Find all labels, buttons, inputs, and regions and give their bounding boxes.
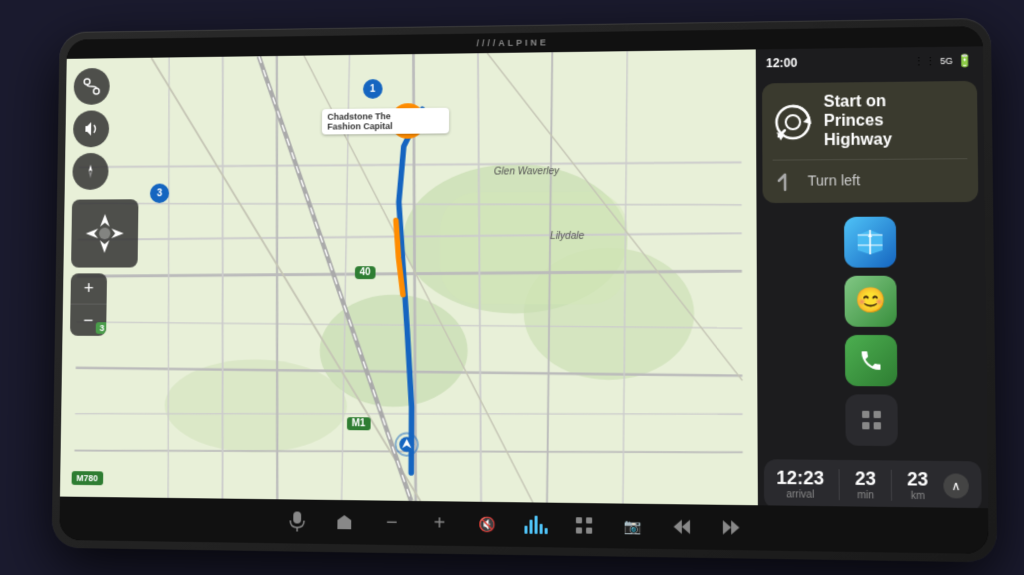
lilydale-label: Lilydale — [550, 230, 584, 241]
distance-item: 23 km — [907, 468, 928, 501]
road-badge-m1: M1 — [347, 417, 371, 430]
turn-arrow-icon — [773, 168, 798, 192]
app-icons-area: 😊 — [756, 207, 987, 454]
road-badge-3: 3 — [150, 183, 169, 203]
pan-control[interactable] — [71, 199, 138, 267]
arrival-time-value: 12:23 — [776, 467, 824, 489]
zoom-level-badge: 3 — [96, 322, 107, 334]
mute-icon[interactable]: 🔇 — [473, 509, 501, 538]
status-icons: ⋮⋮ 5G 🔋 — [913, 53, 972, 68]
duration-item: 23 min — [855, 467, 876, 500]
home-icon[interactable] — [330, 507, 358, 535]
eta-divider-2 — [891, 469, 892, 500]
maps-app-icon[interactable] — [844, 216, 896, 267]
arrival-time-item: 12:23 arrival — [776, 467, 824, 500]
distance-label: km — [911, 490, 925, 502]
volume-button[interactable] — [73, 110, 109, 147]
music-bars — [524, 515, 547, 534]
apps-grid-icon[interactable] — [570, 511, 598, 540]
nav-main-row: Start on Princes Highway — [772, 91, 967, 160]
minus-icon[interactable]: − — [378, 508, 406, 537]
brand-text: ////ALPINE — [476, 37, 548, 48]
zoom-controls: + − 3 — [70, 273, 107, 336]
duration-label: min — [857, 489, 874, 501]
mic-icon[interactable] — [283, 507, 311, 535]
road-badge-40: 40 — [355, 266, 376, 279]
music-icon[interactable] — [521, 510, 549, 539]
next-track-icon[interactable] — [717, 512, 746, 541]
phone-app-icon[interactable] — [845, 334, 898, 385]
grid-app-icon[interactable] — [845, 393, 898, 445]
map-area: 🏬 Chadstone The Fashion Capital Glen Wav… — [60, 49, 758, 505]
eta-chevron-button[interactable]: ∧ — [943, 472, 969, 497]
waze-app-icon[interactable]: 😊 — [844, 275, 896, 326]
road-badge-1: 1 — [363, 79, 383, 99]
glen-waverley-label: Glen Waverley — [494, 166, 559, 177]
status-bar: 12:00 ⋮⋮ 5G 🔋 — [756, 46, 983, 77]
compass-button[interactable] — [72, 152, 108, 189]
nav-main-instruction: Start on Princes Highway — [824, 91, 892, 150]
camera-icon[interactable]: 📷 — [619, 511, 648, 540]
right-panel: 12:00 ⋮⋮ 5G 🔋 — [756, 46, 988, 508]
nav-secondary-row: Turn left — [773, 166, 968, 192]
screen-area: 🏬 Chadstone The Fashion Capital Glen Wav… — [60, 46, 988, 508]
nav-card: Start on Princes Highway Turn left — [762, 80, 978, 202]
plus-icon[interactable]: + — [425, 509, 453, 538]
route-button[interactable] — [74, 67, 110, 104]
roundabout-icon — [772, 101, 813, 142]
status-time: 12:00 — [766, 55, 797, 69]
m780-badge: M780 — [72, 471, 103, 485]
duration-value: 23 — [855, 467, 876, 489]
turn-left-instruction: Turn left — [808, 171, 861, 188]
arrival-time-label: arrival — [786, 488, 814, 500]
distance-value: 23 — [907, 468, 928, 490]
eta-bar: 12:23 arrival 23 min 23 km ∧ — [764, 458, 982, 507]
device-inner: ////ALPINE — [59, 26, 988, 554]
network-indicator: 5G — [940, 55, 953, 65]
destination-label: Chadstone The Fashion Capital — [321, 107, 448, 134]
left-sidebar: + − 3 — [70, 67, 140, 335]
prev-track-icon[interactable] — [667, 512, 696, 541]
device-outer: ////ALPINE — [52, 17, 998, 562]
eta-divider-1 — [839, 468, 840, 499]
zoom-in-button[interactable]: + — [70, 273, 107, 304]
